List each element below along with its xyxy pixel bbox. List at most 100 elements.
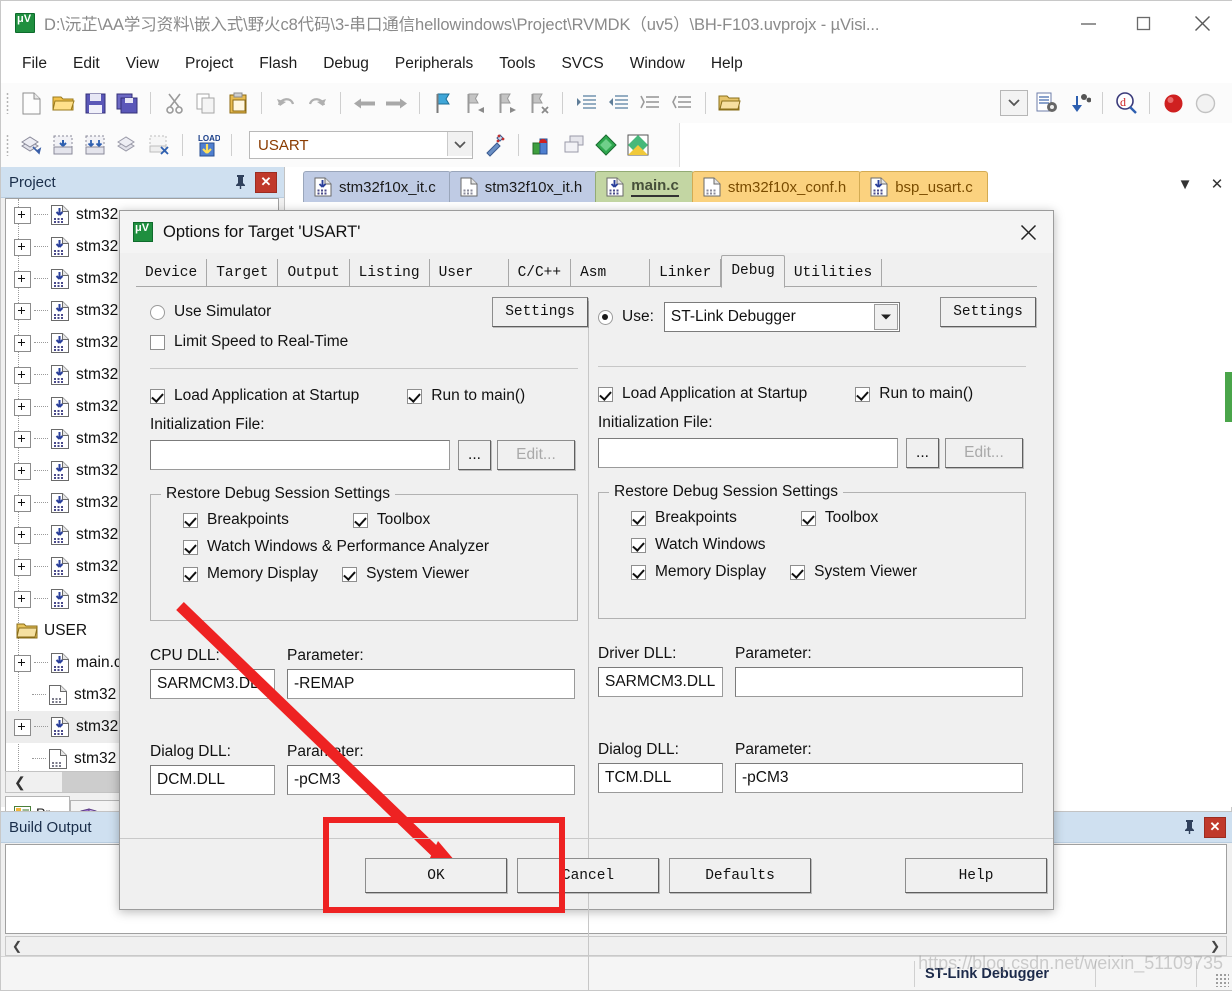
dialog-tab-debug[interactable]: Debug xyxy=(721,255,785,288)
breakpoints-checkbox[interactable] xyxy=(631,510,646,526)
cpu-parameter-input[interactable]: -REMAP xyxy=(287,669,575,699)
init-file-browse-button[interactable]: ... xyxy=(906,438,939,468)
batch-build-icon[interactable] xyxy=(111,129,143,161)
breakpoints-checkbox[interactable] xyxy=(183,512,198,528)
manage-env-icon[interactable] xyxy=(622,129,654,161)
download-icon[interactable]: LOAD xyxy=(190,129,224,161)
bookmark-clear-icon[interactable] xyxy=(523,87,555,119)
system-viewer-checkbox[interactable] xyxy=(790,564,806,580)
init-file-input[interactable] xyxy=(598,438,898,468)
limit-speed-checkbox[interactable] xyxy=(150,334,165,350)
system-viewer-checkbox[interactable] xyxy=(342,566,358,582)
expand-icon[interactable] xyxy=(14,462,31,480)
dialog-tab-c-c-[interactable]: C/C++ xyxy=(509,259,572,287)
dialog-dll-input[interactable]: DCM.DLL xyxy=(150,765,275,795)
defaults-button[interactable]: Defaults xyxy=(669,858,811,893)
maximize-button[interactable] xyxy=(1116,1,1171,45)
editor-tab[interactable]: stm32f10x_conf.h xyxy=(691,171,862,202)
paste-icon[interactable] xyxy=(222,87,254,119)
editor-tab[interactable]: main.c xyxy=(595,171,694,202)
expand-icon[interactable] xyxy=(14,430,31,448)
watch-windows-checkbox[interactable] xyxy=(183,539,198,555)
menu-view[interactable]: View xyxy=(113,51,172,77)
toolbox-checkbox[interactable] xyxy=(352,512,368,528)
copy-icon[interactable] xyxy=(190,87,222,119)
minimize-button[interactable] xyxy=(1061,1,1116,45)
memory-display-checkbox[interactable] xyxy=(631,564,646,580)
debugger-settings-button[interactable]: Settings xyxy=(940,297,1036,327)
uncomment-icon[interactable] xyxy=(666,87,698,119)
menu-svcs[interactable]: SVCS xyxy=(548,51,616,77)
expand-icon[interactable] xyxy=(14,526,31,544)
pin-down-icon[interactable] xyxy=(1063,87,1095,119)
editor-tab[interactable]: bsp_usart.c xyxy=(859,171,988,202)
expand-icon[interactable] xyxy=(14,270,31,288)
ok-button[interactable]: OK xyxy=(365,858,507,893)
bookmark-next-icon[interactable] xyxy=(491,87,523,119)
forward-icon[interactable] xyxy=(380,87,412,119)
expand-icon[interactable] xyxy=(14,494,31,512)
expand-icon[interactable] xyxy=(14,334,31,352)
cpu-dll-input[interactable]: SARMCM3.DLL xyxy=(150,669,275,699)
help-button[interactable]: Help xyxy=(905,858,1047,893)
dialog-parameter-input[interactable]: -pCM3 xyxy=(287,765,575,795)
init-file-edit-button[interactable]: Edit... xyxy=(497,440,575,470)
expand-icon[interactable] xyxy=(14,238,31,256)
stop-build-icon[interactable] xyxy=(143,129,175,161)
use-simulator-radio[interactable] xyxy=(150,304,165,320)
cut-icon[interactable] xyxy=(158,87,190,119)
menu-file[interactable]: File xyxy=(9,51,60,77)
menu-flash[interactable]: Flash xyxy=(246,51,310,77)
chevron-left-icon[interactable]: ❮ xyxy=(6,939,28,953)
load-app-checkbox[interactable] xyxy=(598,386,613,402)
record-icon[interactable] xyxy=(1157,87,1189,119)
undo-icon[interactable] xyxy=(269,87,301,119)
debugger-select[interactable]: ST-Link Debugger xyxy=(663,302,900,332)
expand-icon[interactable] xyxy=(14,398,31,416)
target-options-icon[interactable] xyxy=(479,129,511,161)
menu-help[interactable]: Help xyxy=(698,51,756,77)
dialog-tab-user[interactable]: User xyxy=(430,259,509,287)
close-icon[interactable]: ✕ xyxy=(255,171,277,193)
dialog-tab-device[interactable]: Device xyxy=(136,259,208,287)
circle-icon[interactable] xyxy=(1189,87,1221,119)
dialog-tab-target[interactable]: Target xyxy=(207,259,279,287)
new-file-icon[interactable] xyxy=(15,87,47,119)
target-selector[interactable]: USART xyxy=(249,131,473,159)
multi-project-icon[interactable] xyxy=(558,129,590,161)
comment-icon[interactable] xyxy=(634,87,666,119)
dialog-tab-linker[interactable]: Linker xyxy=(650,259,722,287)
close-button[interactable] xyxy=(1171,1,1232,45)
save-all-icon[interactable] xyxy=(111,87,143,119)
expand-icon[interactable] xyxy=(14,302,31,320)
menu-project[interactable]: Project xyxy=(172,51,246,77)
dialog-parameter-input[interactable]: -pCM3 xyxy=(735,763,1023,793)
translate-icon[interactable] xyxy=(15,129,47,161)
bookmark-toggle-icon[interactable] xyxy=(427,87,459,119)
chevron-down-icon[interactable]: ▼ xyxy=(1169,167,1201,201)
driver-parameter-input[interactable] xyxy=(735,667,1023,697)
init-file-browse-button[interactable]: ... xyxy=(458,440,491,470)
menu-debug[interactable]: Debug xyxy=(310,51,382,77)
init-file-input[interactable] xyxy=(150,440,450,470)
resize-grip[interactable] xyxy=(1215,973,1229,987)
dialog-tab-asm[interactable]: Asm xyxy=(571,259,651,287)
memory-display-checkbox[interactable] xyxy=(183,566,198,582)
dialog-tab-utilities[interactable]: Utilities xyxy=(785,259,883,287)
toolbar-grip[interactable] xyxy=(6,134,9,156)
toolbox-checkbox[interactable] xyxy=(800,510,816,526)
run-to-main-checkbox[interactable] xyxy=(407,388,423,404)
pack-installer-icon[interactable] xyxy=(590,129,622,161)
simulator-settings-button[interactable]: Settings xyxy=(492,297,588,327)
driver-dll-input[interactable]: SARMCM3.DLL xyxy=(598,667,723,697)
limit-speed-row[interactable]: Limit Speed to Real-Time xyxy=(150,328,578,356)
chevron-left-icon[interactable]: ❮ xyxy=(6,774,26,791)
back-icon[interactable] xyxy=(348,87,380,119)
menu-tools[interactable]: Tools xyxy=(486,51,548,77)
expand-icon[interactable] xyxy=(14,654,31,672)
expand-icon[interactable] xyxy=(14,718,31,736)
editor-tab[interactable]: stm32f10x_it.h xyxy=(448,171,598,202)
toolbar-grip[interactable] xyxy=(6,92,9,114)
pin-icon[interactable] xyxy=(1178,819,1200,835)
cancel-button[interactable]: Cancel xyxy=(517,858,659,893)
